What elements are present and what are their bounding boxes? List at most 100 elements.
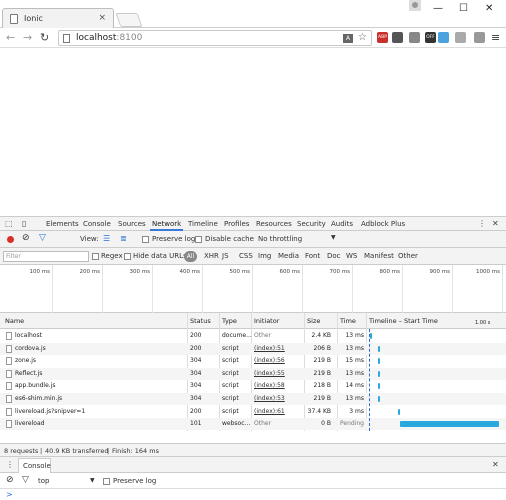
drawer-close-icon[interactable]: ✕ [492,460,499,469]
back-button[interactable]: ← [6,31,15,44]
request-initiator[interactable]: (index):58 [254,382,285,389]
request-initiator[interactable]: (index):51 [254,345,285,352]
request-initiator: Other [254,332,272,339]
column-time[interactable]: Time [340,317,356,325]
console-toolbar: ⊘ ▽ top ▼ Preserve log [0,473,506,489]
throttling-select[interactable]: No throttling [258,235,302,243]
page-icon [10,14,18,24]
devtools-more-icon[interactable]: ⋮ [478,219,486,228]
menu-icon[interactable]: ≡ [491,31,500,44]
filter-type-doc[interactable]: Doc [327,252,341,260]
close-window-button[interactable]: ✕ [485,3,493,14]
tab-security[interactable]: Security [297,220,326,228]
waterfall-bar [378,383,381,390]
preserve-log-checkbox[interactable] [142,236,149,243]
tab-console[interactable]: Console [83,220,111,228]
file-icon [6,357,12,366]
waterfall-bar [378,358,381,365]
request-initiator[interactable]: (index):53 [254,395,285,402]
devtools-close-icon[interactable]: ✕ [492,219,499,228]
disable-cache-checkbox[interactable] [195,236,202,243]
chevron-down-icon[interactable]: ▼ [331,234,336,241]
browser-tab[interactable]: Ionic × [2,8,114,28]
request-initiator[interactable]: (index):61 [254,408,285,415]
bookmark-star-icon[interactable]: ☆ [358,32,367,43]
drawer-menu-icon[interactable]: ⋮ [6,460,14,469]
table-row[interactable]: localhost 200 docume... Other 2.4 KB 13 ms [0,330,506,342]
column-type[interactable]: Type [222,317,237,325]
device-mode-icon[interactable]: ▯ [22,219,26,228]
filter-type-manifest[interactable]: Manifest [364,252,394,260]
filter-type-img[interactable]: Img [258,252,271,260]
tab-elements[interactable]: Elements [46,220,79,228]
filter-type-font[interactable]: Font [305,252,320,260]
drawer-tab-console[interactable]: Console [18,458,51,473]
extension-icon-5[interactable] [438,32,449,43]
tab-close-icon[interactable]: × [98,13,106,23]
record-icon[interactable] [7,236,14,243]
overview-icon[interactable]: ≣ [120,234,127,243]
new-tab-button[interactable] [115,13,143,27]
hide-data-urls-checkbox[interactable] [124,253,131,260]
table-row[interactable]: livereload 101 websoc... Other 0 B Pending [0,418,506,431]
extension-icon-3[interactable] [409,32,420,43]
extension-icon-6[interactable] [455,32,466,43]
regex-checkbox[interactable] [92,253,99,260]
address-bar[interactable]: localhost:8100 A ☆ [58,30,372,46]
request-status: 101 [190,420,202,428]
extension-icon-7[interactable] [474,32,485,43]
console-preserve-log-checkbox[interactable] [103,478,110,485]
tab-resources[interactable]: Resources [256,220,292,228]
filter-icon[interactable]: ▽ [22,475,29,485]
overview-gridline [202,265,203,313]
extension-icon-2[interactable] [392,32,403,43]
inspect-element-icon[interactable]: ⬚ [5,219,13,228]
profile-icon[interactable] [409,0,421,11]
request-size: 2.4 KB [311,332,332,339]
clear-icon[interactable]: ⊘ [22,233,30,243]
column-status[interactable]: Status [190,317,211,325]
filter-type-media[interactable]: Media [278,252,299,260]
filter-type-js[interactable]: JS [222,252,229,260]
off-icon[interactable]: OFF [425,32,436,43]
filter-all-button[interactable]: All [184,251,197,262]
reload-button[interactable]: ↻ [40,31,49,44]
filter-input[interactable]: Filter [3,251,89,262]
minimize-button[interactable]: — [433,3,443,14]
column-name[interactable]: Name [5,317,24,325]
table-row[interactable]: es6-shim.min.js 304 script (index):53 219 B 1… [0,393,506,405]
request-initiator[interactable]: (index):55 [254,370,285,377]
filter-type-ws[interactable]: WS [346,252,357,260]
large-rows-icon[interactable]: ☰ [103,234,110,243]
tab-profiles[interactable]: Profiles [224,220,249,228]
abp-icon[interactable]: ABP [377,32,388,43]
tab-timeline[interactable]: Timeline [188,220,218,228]
filter-type-xhr[interactable]: XHR [204,252,219,260]
console-prompt[interactable]: > [6,490,13,499]
column-initiator[interactable]: Initiator [254,317,279,325]
column-size[interactable]: Size [307,317,320,325]
maximize-button[interactable]: ☐ [459,3,468,14]
forward-button[interactable]: → [23,31,32,44]
context-select[interactable]: top [38,477,49,485]
table-row[interactable]: zone.js 304 script (index):56 219 B 15 ms [0,355,506,367]
table-row[interactable]: cordova.js 200 script (index):51 206 B 13 ms [0,342,506,355]
table-row[interactable]: livereload.js?snipver=1 200 script (index):… [0,406,506,418]
filter-type-other[interactable]: Other [398,252,418,260]
request-initiator[interactable]: (index):56 [254,357,285,364]
tab-audits[interactable]: Audits [331,220,353,228]
clear-console-icon[interactable]: ⊘ [6,475,14,485]
chevron-down-icon[interactable]: ▼ [90,477,95,484]
tab-adblock-plus[interactable]: Adblock Plus [361,220,405,228]
tab-sources[interactable]: Sources [118,220,146,228]
column-timeline[interactable]: Timeline – Start Time [369,317,438,325]
table-row[interactable]: Reflect.js 304 script (index):55 219 B 13 ms [0,367,506,380]
url-text[interactable]: localhost:8100 [76,33,142,43]
overview-tick-label: 700 ms [329,269,350,275]
page-viewport [0,48,506,216]
filter-type-css[interactable]: CSS [239,252,253,260]
tab-network[interactable]: Network [149,220,184,231]
filter-icon[interactable]: ▽ [39,233,46,243]
translate-icon[interactable]: A [343,34,353,43]
table-row[interactable]: app.bundle.js 304 script (index):58 218 B 14 … [0,380,506,392]
